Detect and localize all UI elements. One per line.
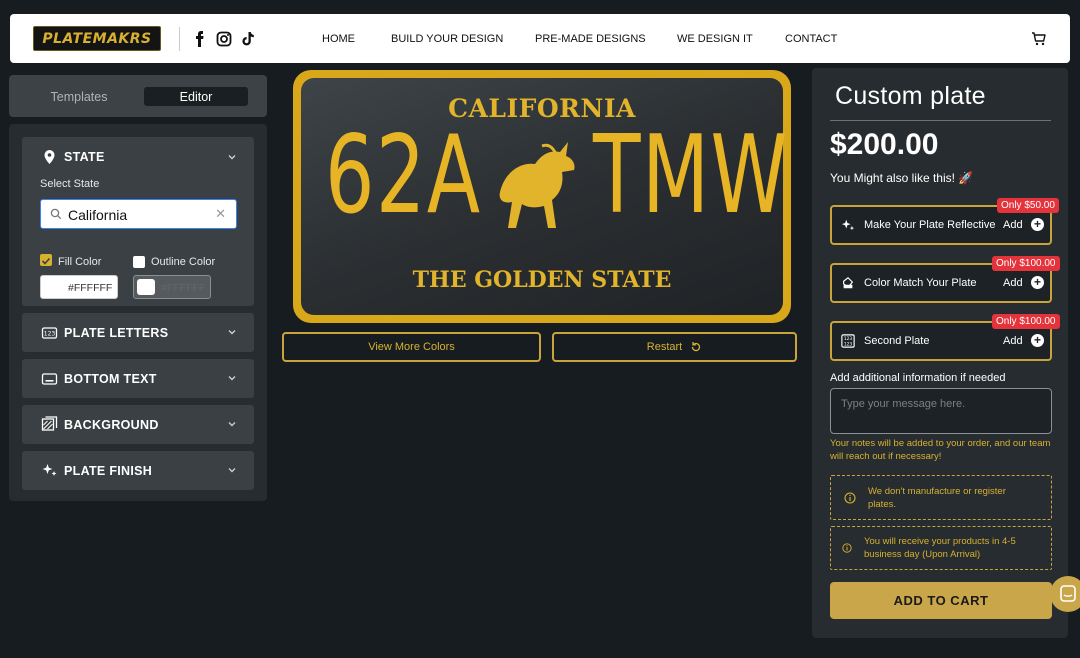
- fill-color-label: Fill Color: [58, 256, 102, 268]
- plus-icon[interactable]: +: [1031, 276, 1044, 289]
- bull-emblem-icon: [499, 142, 575, 228]
- state-input-value: California: [68, 207, 128, 223]
- upsell-label: Make Your Plate Reflective: [864, 219, 996, 231]
- select-state-label: Select State: [40, 178, 100, 190]
- location-pin-icon: [44, 150, 55, 164]
- header-divider: [179, 27, 180, 51]
- chat-launcher-button[interactable]: [1050, 576, 1080, 612]
- upsell-price-badge: Only $50.00: [997, 198, 1059, 213]
- section-title: PLATE FINISH: [64, 464, 153, 478]
- info-text: You will receive your products in 4-5 bu…: [864, 536, 1016, 560]
- info-icon: [844, 492, 856, 504]
- nav-pre-made-designs[interactable]: PRE-MADE DESIGNS: [535, 33, 646, 45]
- outline-color-swatch[interactable]: #FFFFFF: [133, 275, 211, 299]
- letters-icon: 123: [41, 327, 58, 339]
- clear-icon[interactable]: ✕: [215, 206, 226, 222]
- notes-disclaimer: Your notes will be added to your order, …: [830, 438, 1051, 462]
- chevron-down-icon: [228, 376, 236, 381]
- additional-info-label: Add additional information if needed: [830, 372, 1006, 384]
- background-icon: [41, 416, 58, 431]
- fill-color-swatch[interactable]: #FFFFFF: [40, 275, 118, 299]
- upsell-add-label: Add: [1003, 219, 1023, 231]
- restart-label: Restart: [646, 341, 683, 353]
- editor-panel: STATE Select State California ✕ Fill Col…: [9, 124, 267, 501]
- state-section: STATE Select State California ✕ Fill Col…: [22, 137, 254, 306]
- info-icon: [842, 543, 852, 553]
- bottom-text-icon: [41, 373, 58, 385]
- info-text: We don't manufacture or register plates.: [868, 486, 1006, 510]
- plate-letters-section[interactable]: 123 PLATE LETTERS: [22, 313, 254, 352]
- plus-icon[interactable]: +: [1031, 334, 1044, 347]
- tab-editor[interactable]: Editor: [144, 87, 248, 106]
- nav-we-design-it[interactable]: WE DESIGN IT: [677, 33, 753, 45]
- section-title: BOTTOM TEXT: [64, 372, 157, 386]
- license-plate-preview: CALIFORNIA 62A TMW THE GOLDEN STATE: [293, 70, 791, 323]
- add-to-cart-label: ADD TO CART: [893, 593, 989, 608]
- nav-contact[interactable]: CONTACT: [785, 33, 837, 45]
- plate-letters-right: TMW: [593, 113, 789, 238]
- state-search-input[interactable]: California ✕: [40, 199, 237, 229]
- editor-tabs: Templates Editor: [9, 75, 267, 117]
- restart-button[interactable]: Restart: [552, 332, 797, 362]
- outline-color-checkbox[interactable]: [133, 256, 145, 268]
- add-to-cart-button[interactable]: ADD TO CART: [830, 582, 1052, 619]
- chevron-down-icon: [228, 468, 236, 473]
- restart-icon: [692, 342, 701, 352]
- upsell-label: Color Match Your Plate: [864, 277, 977, 289]
- svg-text:123: 123: [844, 341, 853, 347]
- upsell-add-label: Add: [1003, 277, 1023, 289]
- plate-finish-section[interactable]: PLATE FINISH: [22, 451, 254, 490]
- cart-icon[interactable]: [1031, 31, 1047, 47]
- upsell-heading: You Might also like this! 🚀: [830, 171, 974, 185]
- sparkle-icon: [42, 464, 57, 476]
- section-title: STATE: [64, 150, 105, 164]
- search-icon: [50, 208, 62, 220]
- outline-color-label: Outline Color: [151, 256, 216, 268]
- plate-icon: 123123: [841, 334, 855, 348]
- product-title: Custom plate: [835, 82, 986, 110]
- chat-icon: [1060, 585, 1076, 602]
- product-price: $200.00: [830, 128, 939, 161]
- info-box-delivery: You will receive your products in 4-5 bu…: [830, 526, 1052, 570]
- outline-color-chip: [137, 279, 155, 295]
- info-box-manufacture: We don't manufacture or register plates.: [830, 475, 1052, 520]
- divider: [830, 120, 1051, 121]
- chevron-down-icon: [228, 330, 236, 335]
- message-placeholder: Type your message here.: [841, 398, 966, 410]
- section-title: PLATE LETTERS: [64, 326, 169, 340]
- svg-text:123: 123: [44, 331, 56, 338]
- plate-letters-left: 62A: [325, 113, 482, 238]
- nav-home[interactable]: HOME: [322, 33, 355, 45]
- svg-text:123: 123: [844, 336, 853, 342]
- state-section-header[interactable]: STATE: [22, 137, 254, 177]
- upsell-price-badge: Only $100.00: [992, 314, 1060, 329]
- tiktok-icon[interactable]: [240, 31, 256, 47]
- background-section[interactable]: BACKGROUND: [22, 405, 254, 444]
- upsell-label: Second Plate: [864, 335, 930, 347]
- sparkle-icon: [841, 219, 855, 231]
- fill-color-checkbox[interactable]: [40, 254, 52, 266]
- upsell-add-label: Add: [1003, 335, 1023, 347]
- chevron-down-icon: [228, 422, 236, 427]
- tab-templates[interactable]: Templates: [29, 87, 129, 106]
- upsell-price-badge: Only $100.00: [992, 256, 1060, 271]
- outline-color-hex: #FFFFFF: [161, 282, 206, 294]
- bottom-text-section[interactable]: BOTTOM TEXT: [22, 359, 254, 398]
- chevron-down-icon: [228, 155, 236, 160]
- section-title: BACKGROUND: [64, 418, 159, 432]
- view-more-colors-button[interactable]: View More Colors: [282, 332, 541, 362]
- product-panel: Custom plate $200.00 You Might also like…: [812, 68, 1068, 638]
- facebook-icon[interactable]: [192, 31, 208, 47]
- instagram-icon[interactable]: [216, 31, 232, 47]
- platemakrs-logo[interactable]: PLATEMAKRS: [33, 26, 161, 51]
- message-textarea[interactable]: Type your message here.: [830, 388, 1052, 434]
- site-header: PLATEMAKRS HOME BUILD YOUR DESIGN PRE-MA…: [10, 14, 1070, 63]
- plus-icon[interactable]: +: [1031, 218, 1044, 231]
- view-more-colors-label: View More Colors: [368, 341, 455, 353]
- paint-bucket-icon: [843, 276, 854, 289]
- plate-bottom-text: THE GOLDEN STATE: [412, 267, 672, 293]
- fill-color-hex: #FFFFFF: [68, 282, 113, 294]
- nav-build-your-design[interactable]: BUILD YOUR DESIGN: [391, 33, 503, 45]
